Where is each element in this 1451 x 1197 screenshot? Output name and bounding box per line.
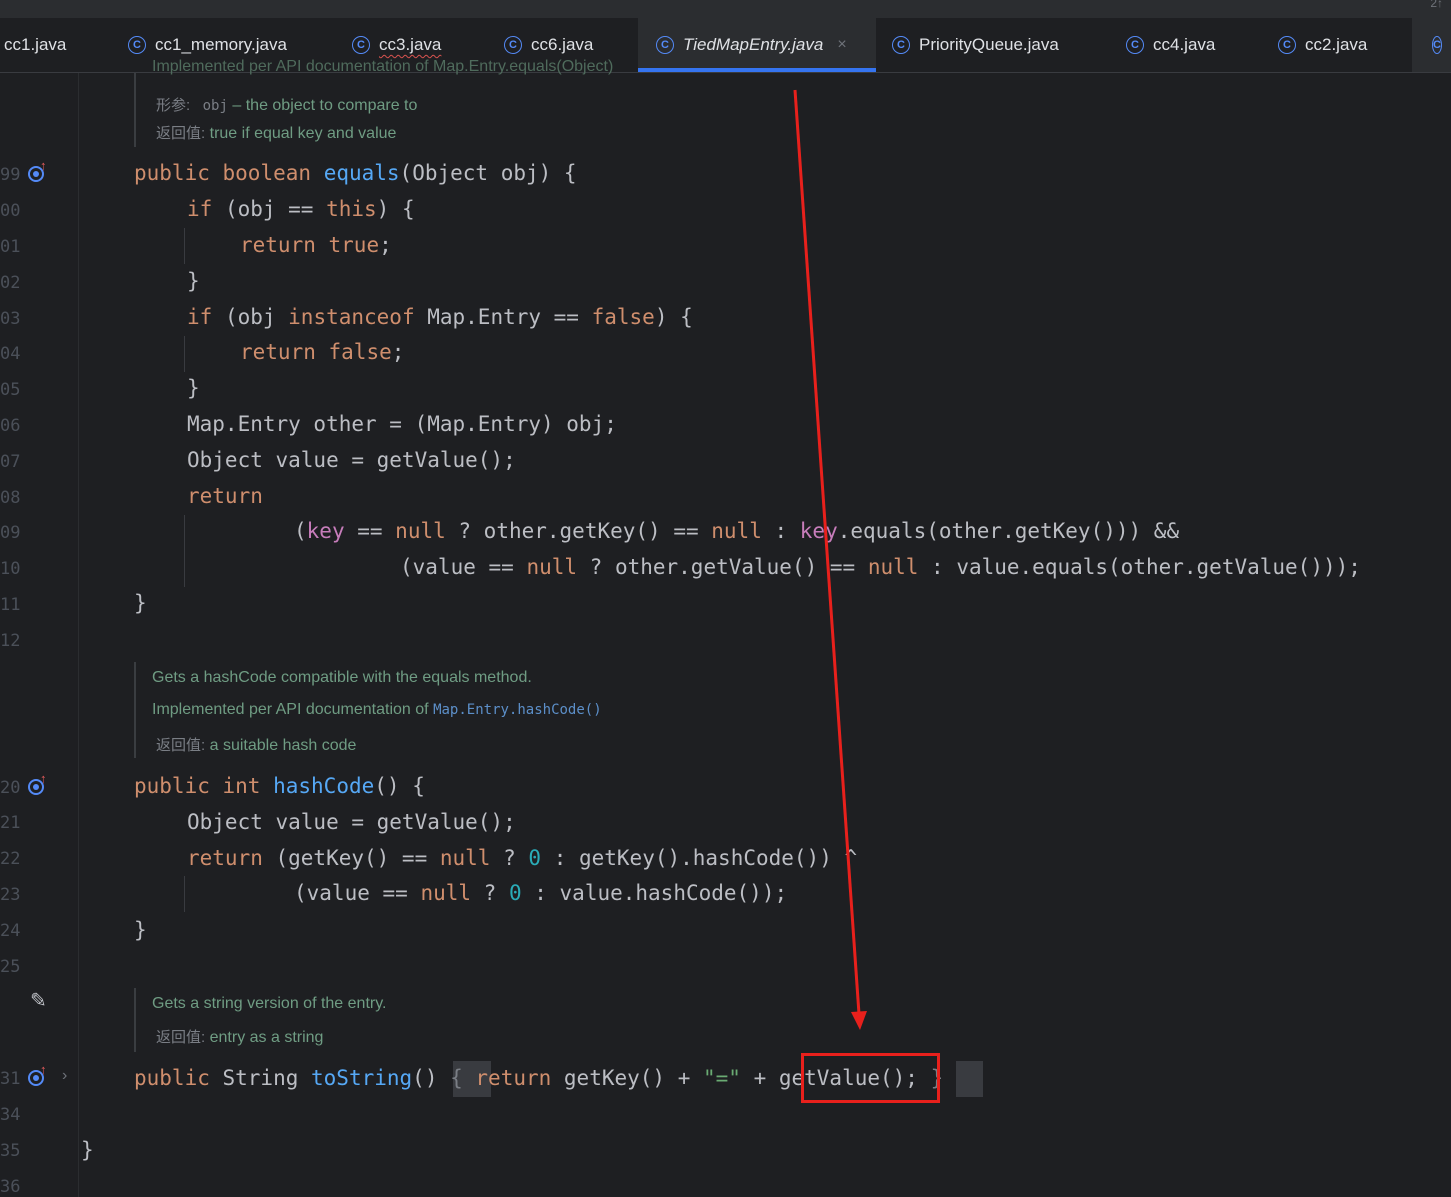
annotation-arrow bbox=[793, 89, 867, 1030]
